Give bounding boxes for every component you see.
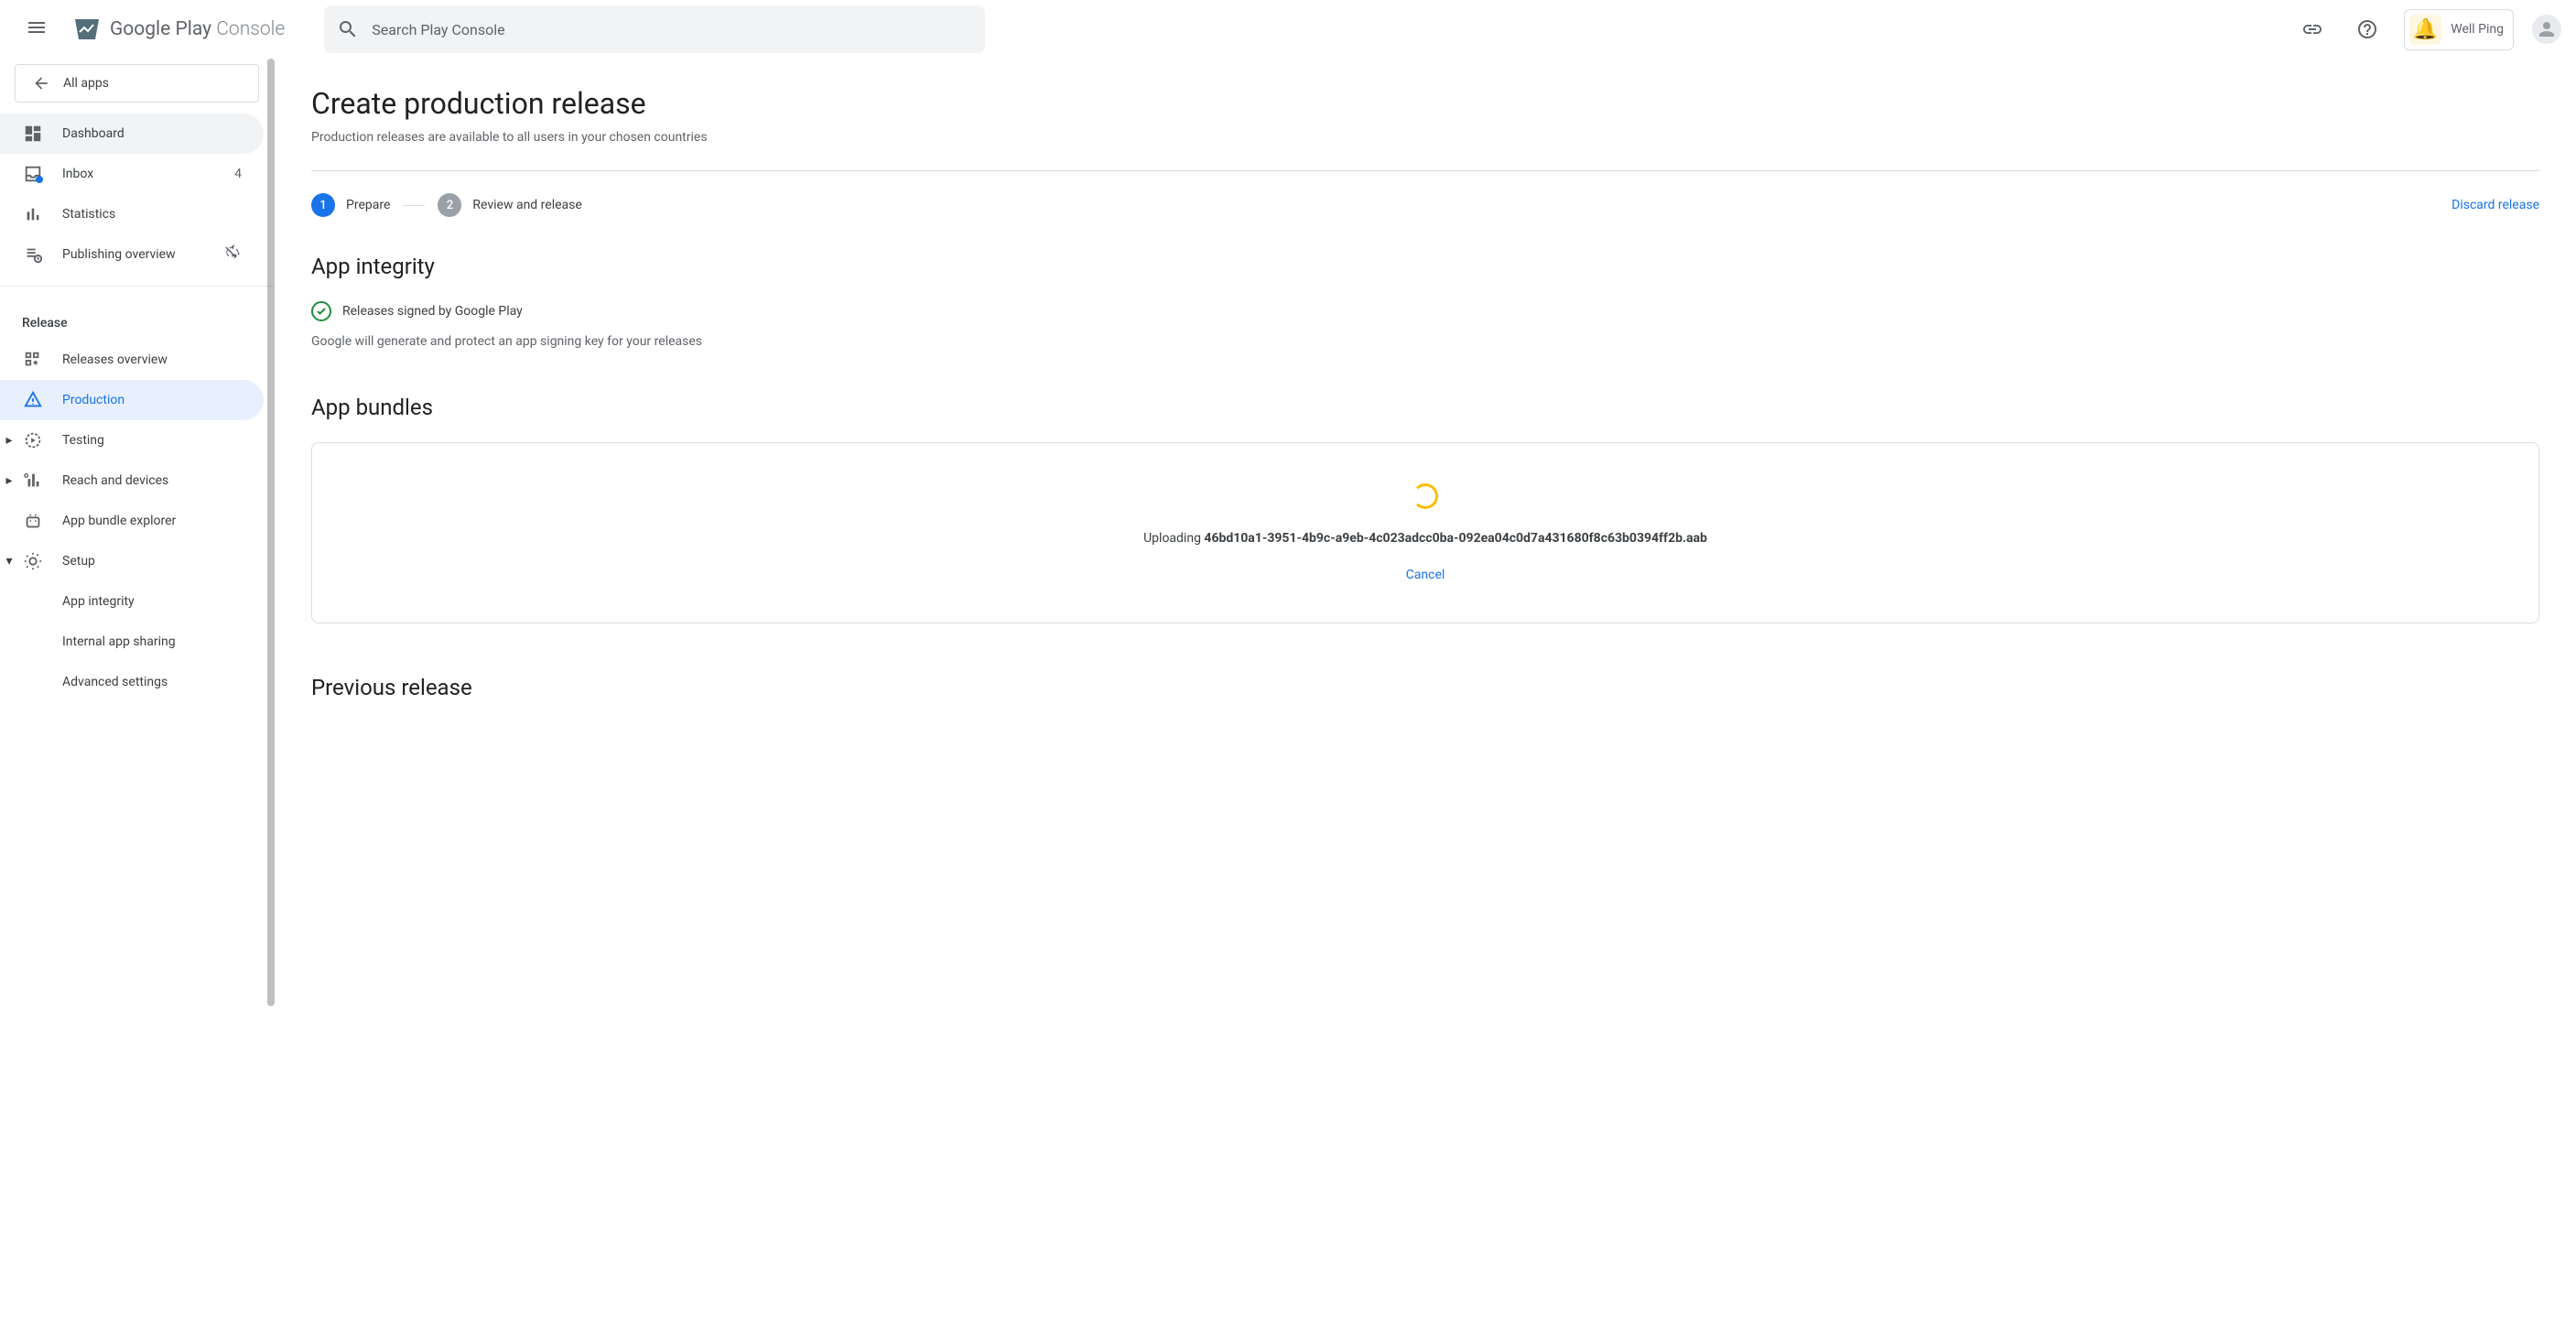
chevron-down-icon: ▾ [2, 554, 16, 569]
gear-icon [22, 550, 44, 572]
section-release-title: Release [0, 298, 275, 340]
reach-icon [22, 470, 44, 492]
all-apps-button[interactable]: All apps [15, 64, 259, 103]
search-box[interactable] [324, 5, 985, 53]
bundle-icon [22, 510, 44, 532]
dashboard-icon [22, 123, 44, 145]
user-chip[interactable]: 🔔 Well Ping [2404, 9, 2514, 50]
releases-icon [22, 349, 44, 371]
section-app-integrity-title: App integrity [311, 254, 2539, 279]
production-icon [22, 389, 44, 411]
avatar[interactable] [2532, 15, 2561, 44]
arrow-back-icon [32, 74, 50, 92]
top-bar: Google Play Console 🔔 Well Ping [0, 0, 2576, 59]
bell-icon: 🔔 [2409, 15, 2441, 45]
inbox-count: 4 [234, 167, 242, 181]
publishing-icon [22, 244, 44, 265]
logo-text: Google Play Console [110, 18, 285, 40]
chevron-right-icon: ▸ [2, 473, 16, 488]
stepper: 1 Prepare 2 Review and release Discard r… [311, 170, 2539, 239]
play-console-logo-icon [73, 16, 101, 43]
divider [0, 286, 275, 287]
page-subtitle: Production releases are available to all… [311, 130, 2539, 145]
sidebar-item-testing[interactable]: ▸ Testing [0, 420, 264, 461]
link-icon [2301, 18, 2323, 40]
sidebar-item-app-bundle-explorer[interactable]: App bundle explorer [0, 501, 264, 541]
search-input[interactable] [372, 21, 972, 38]
sidebar-sub-internal-sharing[interactable]: Internal app sharing [0, 622, 264, 662]
sidebar-item-statistics[interactable]: Statistics [0, 194, 264, 234]
menu-button[interactable] [15, 5, 59, 53]
sidebar-item-dashboard[interactable]: Dashboard [0, 114, 264, 154]
person-icon [2536, 18, 2558, 40]
spinner-icon [1412, 483, 1438, 509]
sidebar-item-setup[interactable]: ▾ Setup [0, 541, 264, 581]
search-icon [337, 18, 359, 40]
sidebar-item-releases-overview[interactable]: Releases overview [0, 340, 264, 380]
check-circle-icon [311, 301, 331, 321]
sidebar-item-inbox[interactable]: Inbox 4 [0, 154, 264, 194]
upload-box: Uploading 46bd10a1-3951-4b9c-a9eb-4c023a… [311, 442, 2539, 623]
help-button[interactable] [2349, 11, 2386, 48]
chevron-right-icon: ▸ [2, 433, 16, 448]
sidebar-item-reach-devices[interactable]: ▸ Reach and devices [0, 461, 264, 501]
cancel-upload-button[interactable]: Cancel [1406, 568, 1445, 582]
page-title: Create production release [311, 86, 2539, 121]
upload-status: Uploading 46bd10a1-3951-4b9c-a9eb-4c023a… [1143, 531, 1707, 546]
sidebar-sub-advanced-settings[interactable]: Advanced settings [0, 662, 264, 702]
sidebar-item-publishing-overview[interactable]: Publishing overview [0, 234, 264, 275]
step-prepare[interactable]: 1 Prepare [311, 193, 390, 217]
hamburger-icon [26, 16, 48, 38]
sidebar-item-production[interactable]: Production [0, 380, 264, 420]
integrity-status: Releases signed by Google Play [311, 301, 2539, 321]
help-icon [2356, 18, 2378, 40]
upload-filename: 46bd10a1-3951-4b9c-a9eb-4c023adcc0ba-092… [1204, 531, 1707, 546]
sidebar: All apps Dashboard Inbox 4 Statistics [0, 59, 275, 1322]
discard-release-button[interactable]: Discard release [2452, 198, 2539, 212]
integrity-description: Google will generate and protect an app … [311, 334, 2539, 349]
step-connector [403, 205, 425, 206]
user-name: Well Ping [2451, 22, 2504, 37]
link-button[interactable] [2294, 11, 2331, 48]
step-2-circle: 2 [438, 193, 461, 217]
sync-disabled-icon [223, 244, 242, 265]
section-previous-release-title: Previous release [311, 675, 2539, 700]
section-app-bundles-title: App bundles [311, 395, 2539, 420]
sidebar-sub-app-integrity[interactable]: App integrity [0, 581, 264, 622]
step-1-circle: 1 [311, 193, 335, 217]
logo[interactable]: Google Play Console [73, 16, 285, 43]
unread-dot-icon [36, 176, 43, 183]
step-review[interactable]: 2 Review and release [438, 193, 581, 217]
main-content: Create production release Production rel… [275, 59, 2576, 1322]
stats-icon [22, 203, 44, 225]
top-right-actions: 🔔 Well Ping [2294, 9, 2561, 50]
testing-icon [22, 429, 44, 451]
